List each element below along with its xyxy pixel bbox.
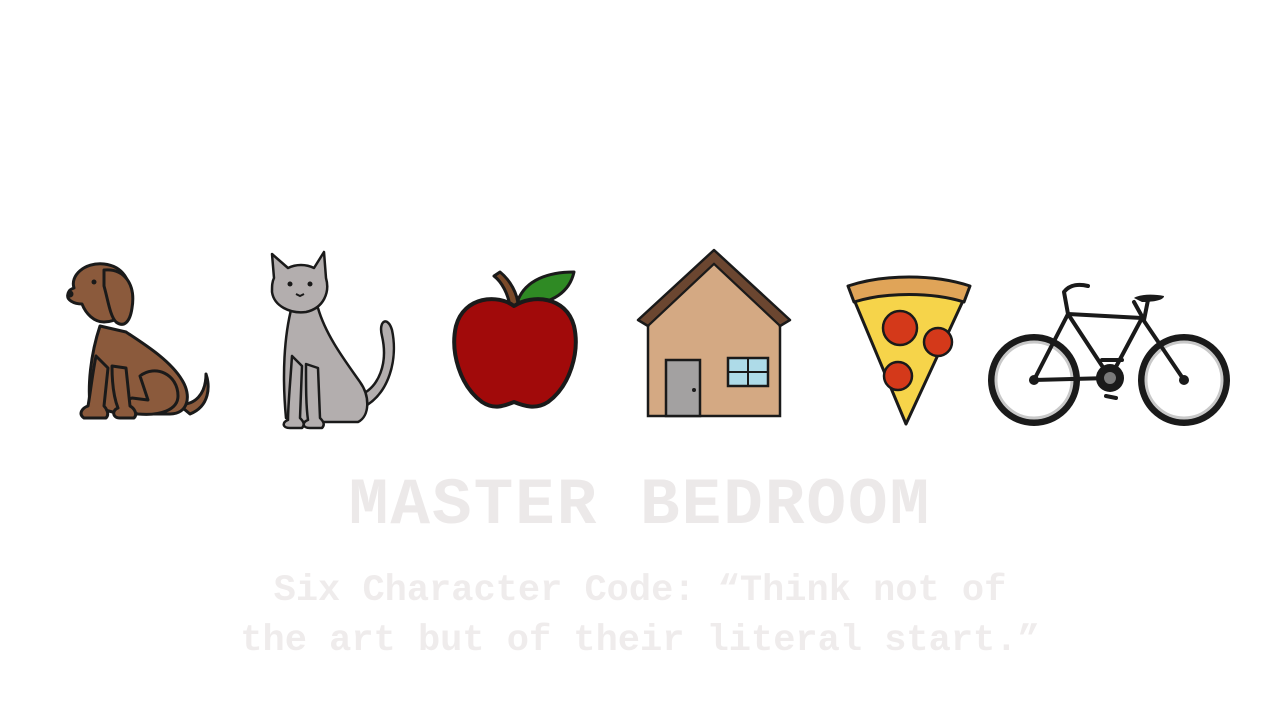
code-clue: Six Character Code: “Think not of the ar… <box>0 566 1280 666</box>
dog-icon <box>60 256 210 421</box>
picture-clue-row <box>0 240 1280 440</box>
cat-icon <box>262 246 402 431</box>
room-title: MASTER BEDROOM <box>348 468 932 543</box>
clue-line-2: the art but of their literal start.” <box>240 620 1040 662</box>
bicycle-icon <box>984 278 1234 433</box>
house-icon <box>634 246 794 421</box>
pizza-icon <box>844 272 974 427</box>
apple-icon <box>448 266 588 416</box>
clue-line-1: Six Character Code: “Think not of <box>273 570 1007 612</box>
